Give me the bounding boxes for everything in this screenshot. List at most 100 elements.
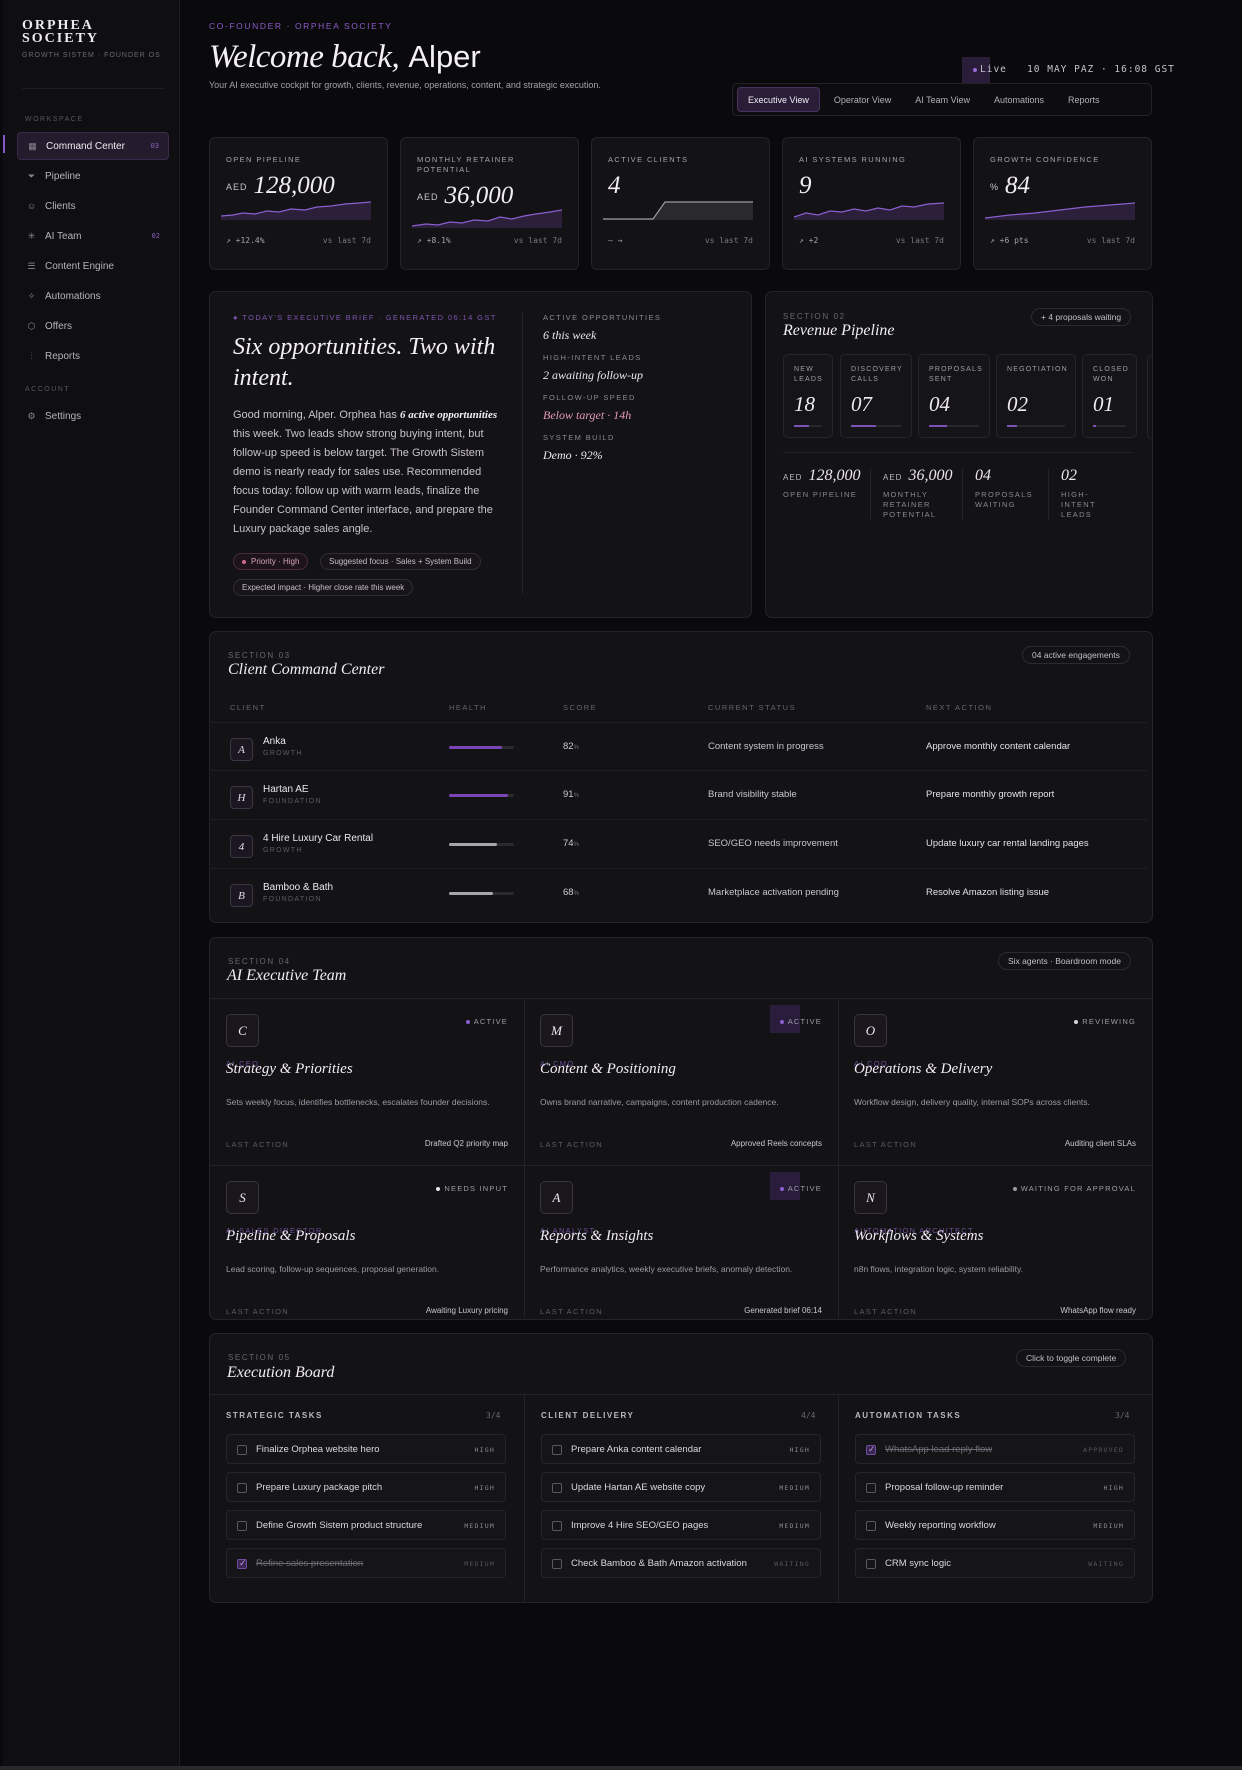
tab-reports[interactable]: Reports	[1058, 87, 1110, 112]
tab-executive-view[interactable]: Executive View	[737, 87, 820, 112]
agent-divider	[524, 998, 525, 1318]
table-row[interactable]: H Hartan AE FOUNDATION 91% Brand visibil…	[211, 770, 1148, 818]
stat-system-build: SYSTEM BUILD Demo · 92%	[543, 433, 615, 463]
task-checkbox[interactable]	[552, 1559, 562, 1569]
agent-status: ACTIVE	[465, 1017, 508, 1026]
last-action-label: LAST ACTION	[226, 1140, 289, 1149]
task-item[interactable]: Define Growth Sistem product structure ME…	[226, 1510, 506, 1540]
agent-card[interactable]: C ACTIVE AI CEO Strategy & Priorities Sets w…	[210, 998, 524, 1164]
kpi-growth-confidence[interactable]: GROWTH CONFIDENCE % 84 ↗ +6 pts vs last 7…	[973, 137, 1152, 270]
priority-chip[interactable]: Priority · High	[233, 553, 309, 570]
stat-label: SYSTEM BUILD	[543, 433, 615, 442]
kpi-monthly-retainer[interactable]: MONTHLY RETAINER POTENTIAL AED 36,000 ↗ +…	[400, 137, 579, 270]
agent-status-label: ACTIVE	[473, 1017, 508, 1026]
task-item[interactable]: WhatsApp lead reply flow APPROVED	[855, 1434, 1135, 1464]
last-action-label: LAST ACTION	[540, 1140, 603, 1149]
col-next-action[interactable]: NEXT ACTION	[926, 703, 992, 712]
sidebar-item-pipeline[interactable]: ⏷ Pipeline	[17, 162, 169, 190]
task-item[interactable]: Finalize Orphea website hero HIGH	[226, 1434, 506, 1464]
agent-card[interactable]: S NEEDS INPUT AI SALES DIRECTOR Pipeline & …	[210, 1165, 524, 1318]
agent-status-label: WAITING FOR APPROVAL	[1020, 1184, 1136, 1193]
table-row[interactable]: 4 4 Hire Luxury Car Rental GROWTH 74% SE…	[211, 819, 1148, 867]
task-item[interactable]: CRM sync logic WAITING	[855, 1548, 1135, 1578]
board-column-divider	[838, 1394, 839, 1602]
sidebar-item-clients[interactable]: ☺ Clients	[17, 192, 169, 220]
sidebar-item-offers[interactable]: ⬡ Offers	[17, 312, 169, 340]
client-next-action[interactable]: Prepare monthly growth report	[926, 789, 1054, 800]
kpi-active-clients[interactable]: ACTIVE CLIENTS 4 — → vs last 7d	[591, 137, 770, 270]
status-dot-icon	[436, 1186, 441, 1191]
task-item[interactable]: Weekly reporting workflow MEDIUM	[855, 1510, 1135, 1540]
stage-value: 02	[1007, 392, 1028, 416]
task-checkbox[interactable]	[552, 1521, 562, 1531]
sidebar-item-settings[interactable]: ⚙ Settings	[17, 402, 169, 430]
proposals-waiting-badge[interactable]: + 4 proposals waiting	[1031, 308, 1132, 326]
task-item[interactable]: Prepare Anka content calendar HIGH	[541, 1434, 821, 1464]
focus-chip[interactable]: Suggested focus · Sales + System Build	[320, 553, 481, 570]
stage-discovery-calls[interactable]: DISCOVERY CALLS 07	[840, 354, 912, 438]
task-priority: HIGH	[474, 1446, 495, 1454]
task-checkbox[interactable]	[552, 1483, 562, 1493]
stage-proposals-sent[interactable]: PROPOSALS SENT 04	[918, 354, 990, 438]
agent-card[interactable]: O REVIEWING AI COO Operations & Delivery Wor…	[838, 998, 1152, 1164]
tab-automations[interactable]: Automations	[984, 87, 1054, 112]
col-health[interactable]: HEALTH	[449, 703, 487, 712]
task-checkbox[interactable]	[552, 1445, 562, 1455]
task-item[interactable]: Check Bamboo & Bath Amazon activation WAI…	[541, 1548, 821, 1578]
user-icon: ☺	[27, 200, 37, 211]
task-label: Proposal follow-up reminder	[885, 1482, 1004, 1493]
sidebar-item-reports[interactable]: ⫶ Reports	[17, 342, 169, 370]
col-current-status[interactable]: CURRENT STATUS	[708, 703, 796, 712]
view-tabs: Executive View Operator View AI Team Vie…	[732, 83, 1152, 116]
toggle-complete-badge[interactable]: Click to toggle complete	[1016, 1349, 1127, 1367]
client-next-action[interactable]: Resolve Amazon listing issue	[926, 887, 1049, 898]
boardroom-badge[interactable]: Six agents · Boardroom mode	[998, 952, 1131, 970]
task-checkbox[interactable]	[866, 1444, 876, 1455]
table-row[interactable]: B Bamboo & Bath FOUNDATION 68% Marketpla…	[211, 868, 1148, 916]
clients-title: Client Command Center	[228, 661, 385, 678]
agent-card[interactable]: A ACTIVE AI ANALYST Reports & Insights Perfo…	[524, 1165, 838, 1318]
client-next-action[interactable]: Approve monthly content calendar	[926, 741, 1070, 752]
col-client[interactable]: CLIENT	[230, 703, 266, 712]
task-item[interactable]: Prepare Luxury package pitch HIGH	[226, 1472, 506, 1502]
task-checkbox[interactable]	[866, 1521, 876, 1531]
sidebar-item-ai-team[interactable]: ✳ AI Team 02	[17, 222, 169, 250]
task-checkbox[interactable]	[866, 1559, 876, 1569]
impact-chip[interactable]: Expected impact · Higher close rate this…	[233, 579, 414, 596]
task-item[interactable]: Update Hartan AE website copy MEDIUM	[541, 1472, 821, 1502]
agent-description: Performance analytics, weekly executive …	[540, 1264, 793, 1274]
col-score[interactable]: SCORE	[563, 703, 597, 712]
sidebar-item-automations[interactable]: ✧ Automations	[17, 282, 169, 310]
table-row[interactable]: A Anka GROWTH 82% Content system in prog…	[211, 722, 1148, 770]
sidebar-item-content-engine[interactable]: ☰ Content Engine	[17, 252, 169, 280]
task-checkbox[interactable]	[237, 1558, 247, 1569]
stage-new-leads[interactable]: NEW LEADS 18	[783, 354, 833, 438]
client-score: 91%	[563, 789, 579, 800]
agent-avatar: O	[854, 1014, 887, 1047]
task-item[interactable]: Proposal follow-up reminder HIGH	[855, 1472, 1135, 1502]
kpi-ai-systems[interactable]: AI SYSTEMS RUNNING 9 ↗ +2 vs last 7d	[782, 137, 961, 270]
task-checkbox[interactable]	[866, 1483, 876, 1493]
active-engagements-badge[interactable]: 04 active engagements	[1022, 646, 1130, 664]
grid-icon: ▦	[28, 140, 37, 151]
brand-logo[interactable]: ORPHEA SOCIETY	[22, 19, 99, 46]
agent-card[interactable]: M ACTIVE AI CMO Content & Positioning Owns b…	[524, 998, 838, 1164]
pipeline-stat-label: MONTHLY RETAINER POTENTIAL	[883, 490, 937, 519]
tab-operator-view[interactable]: Operator View	[824, 87, 901, 112]
agent-card[interactable]: N WAITING FOR APPROVAL AUTOMATION ARCHITEC…	[838, 1165, 1152, 1318]
sidebar-item-command-center[interactable]: ▦ Command Center 03	[17, 132, 169, 160]
task-item[interactable]: Improve 4 Hire SEO/GEO pages MEDIUM	[541, 1510, 821, 1540]
user-name: Alper	[408, 39, 481, 74]
task-checkbox[interactable]	[237, 1521, 247, 1531]
client-next-action[interactable]: Update luxury car rental landing pages	[926, 838, 1089, 849]
tab-ai-team-view[interactable]: AI Team View	[905, 87, 980, 112]
kpi-open-pipeline[interactable]: OPEN PIPELINE AED 128,000 ↗ +12.4% vs las…	[209, 137, 388, 270]
agent-description: Workflow design, delivery quality, inter…	[854, 1097, 1090, 1107]
stage-closed-won[interactable]: CLOSED WON 01	[1082, 354, 1137, 438]
stage-negotiation[interactable]: NEGOTIATION 02	[996, 354, 1076, 438]
task-item[interactable]: Refine sales presentation MEDIUM	[226, 1548, 506, 1578]
task-checkbox[interactable]	[237, 1483, 247, 1493]
welcome-text: Welcome back,	[209, 39, 400, 75]
health-bar	[449, 892, 514, 895]
task-checkbox[interactable]	[237, 1445, 247, 1455]
